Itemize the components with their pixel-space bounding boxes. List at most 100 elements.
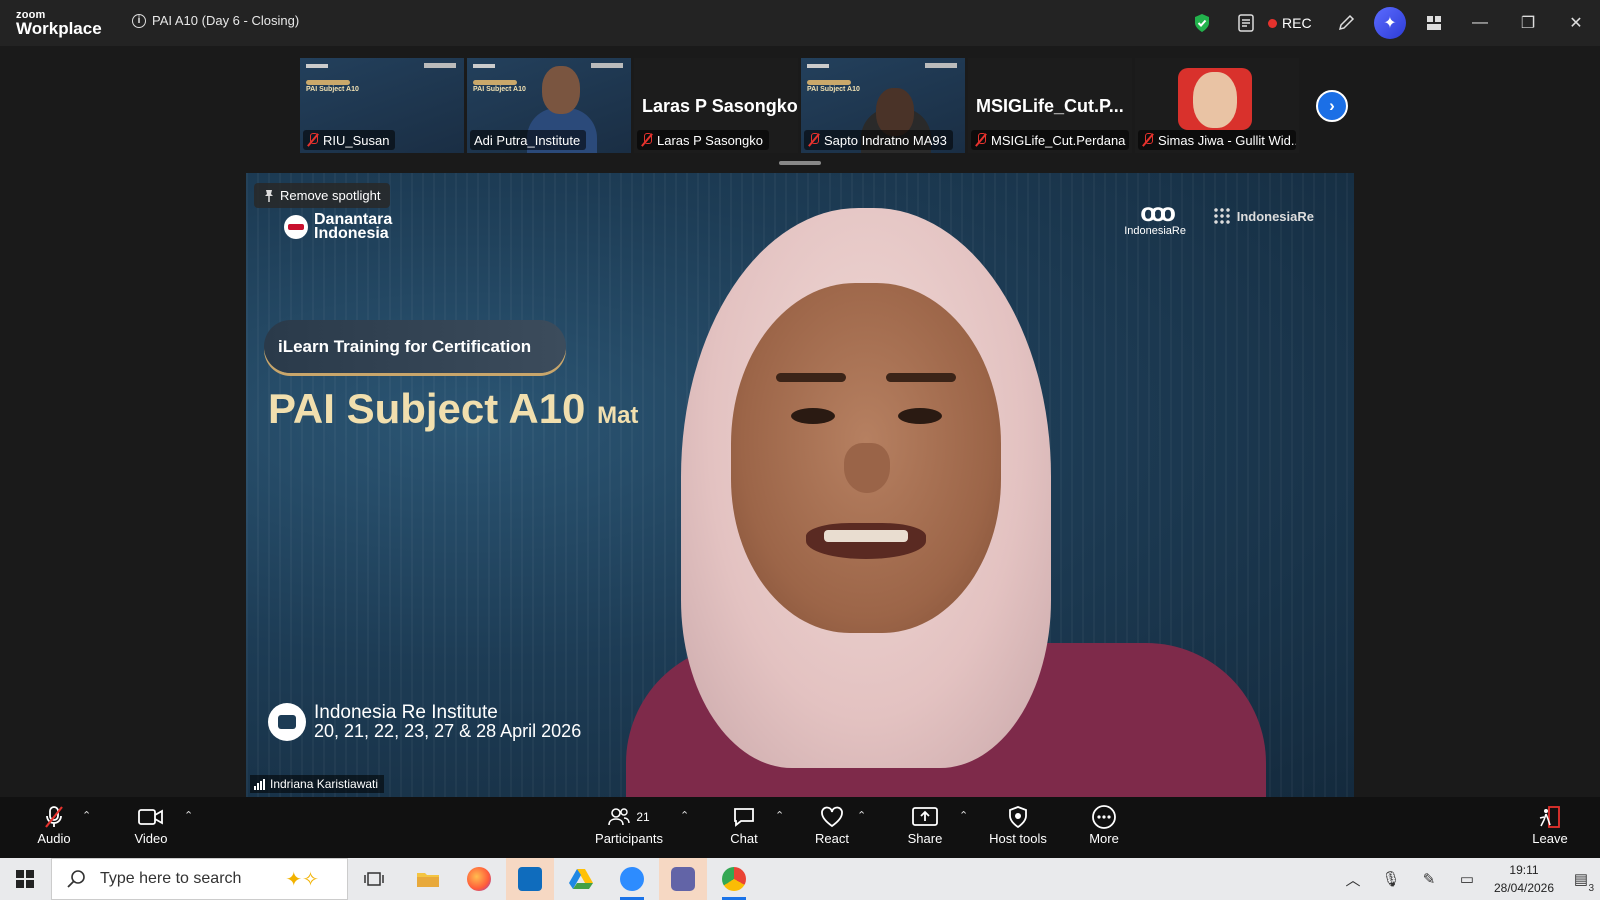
danantara-text: Danantara Indonesia [314, 212, 392, 242]
security-shield-icon[interactable] [1180, 0, 1224, 46]
mini-slide-pill [473, 80, 517, 85]
subject-text: PAI Subject A10 [268, 385, 586, 432]
google-drive-icon[interactable] [557, 858, 605, 900]
host-tools-button[interactable]: Host tools [978, 803, 1058, 846]
more-dots-icon [1064, 803, 1144, 831]
participant-name-tag: RIU_Susan [303, 130, 396, 150]
clock-time: 19:11 [1509, 863, 1539, 877]
taskbar-search[interactable]: Type here to search ✦✧ [51, 858, 348, 900]
notifications-icon[interactable]: ▤ 3 [1562, 870, 1600, 894]
more-label: More [1089, 831, 1119, 846]
gallery-resize-handle[interactable] [779, 161, 821, 165]
participant-video-head [876, 88, 914, 136]
participant-name-tag: Laras P Sasongko [637, 130, 769, 150]
chat-button[interactable]: Chat [704, 803, 784, 846]
speaker-nose [844, 443, 890, 493]
mini-slide-pill [306, 80, 350, 85]
video-camera-icon [268, 703, 306, 741]
notification-count: 3 [1588, 883, 1594, 894]
avatar-face [1193, 72, 1237, 128]
sparkle-icon: ✦ [1374, 7, 1406, 39]
close-button[interactable]: ✕ [1552, 0, 1600, 46]
dot-grid-icon [1212, 207, 1231, 225]
participant-name: MSIGLife_Cut.Perdana [991, 132, 1126, 148]
logo-line2: Workplace [16, 19, 102, 38]
chrome-icon[interactable] [710, 858, 758, 900]
participant-tile[interactable]: PAI Subject A10 Sapto Indratno MA93 [801, 58, 965, 153]
chat-label: Chat [730, 831, 758, 846]
teams-icon[interactable] [659, 858, 707, 900]
windows-start-icon[interactable] [16, 870, 34, 888]
zoom-taskbar-icon[interactable] [608, 858, 656, 900]
subject-title: PAI Subject A10 Mat [268, 385, 638, 433]
outlook-icon[interactable] [506, 858, 554, 900]
mini-slide-logo-right [925, 63, 957, 68]
participants-icon: 21 [589, 803, 669, 831]
participants-count: 21 [636, 810, 650, 824]
system-tray: ︿ 🎙 ✎ ▭ 19:11 28/04/2026 ▤ 3 [1334, 858, 1600, 900]
participant-tile[interactable]: Simas Jiwa - Gullit Wid... [1135, 58, 1299, 153]
video-button[interactable]: Video [111, 803, 191, 846]
mini-slide-title: PAI Subject A10 [306, 86, 359, 93]
leave-button[interactable]: Leave [1510, 803, 1590, 846]
rec-dot-icon [1268, 18, 1277, 28]
video-options-caret[interactable]: ⌃ [184, 809, 193, 822]
participants-options-caret[interactable]: ⌃ [680, 809, 689, 822]
zoom-logo: zoom Workplace [16, 10, 102, 38]
participant-name: Simas Jiwa - Gullit Wid... [1158, 132, 1296, 148]
danantara-line2: Indonesia [314, 225, 389, 242]
share-button[interactable]: Share [885, 803, 965, 846]
show-hidden-icons-chevron-icon[interactable]: ︿ [1334, 869, 1372, 890]
leave-label: Leave [1532, 831, 1568, 846]
participant-display-name: Laras P Sasongko [642, 96, 798, 116]
mini-slide-logo [473, 64, 495, 68]
notes-icon[interactable] [1224, 0, 1268, 46]
file-explorer-icon[interactable] [404, 858, 452, 900]
display-icon[interactable]: ▭ [1448, 870, 1486, 888]
remove-spotlight-button[interactable]: Remove spotlight [254, 183, 391, 208]
shield-icon [978, 803, 1058, 831]
danantara-mark-icon [284, 215, 308, 239]
firefox-icon[interactable] [455, 858, 503, 900]
signal-bars-icon [254, 778, 265, 790]
react-options-caret[interactable]: ⌃ [857, 809, 866, 822]
audio-label: Audio [37, 831, 71, 846]
audio-options-caret[interactable]: ⌃ [82, 809, 91, 822]
participant-tile[interactable]: MSIGLife_Cut.P... MSIGLife_Cut.Perdana [968, 58, 1132, 153]
participants-button[interactable]: 21 Participants [589, 803, 669, 846]
minimize-button[interactable]: — [1456, 0, 1504, 46]
meeting-info[interactable]: i PAI A10 (Day 6 - Closing) [132, 13, 299, 28]
iri-logo-label: IndonesiaRe [1236, 208, 1314, 224]
annotate-pencil-icon[interactable] [1324, 0, 1368, 46]
more-button[interactable]: More [1064, 803, 1144, 846]
speaker-name-tag: Indriana Karistiawati [250, 775, 385, 793]
remove-spotlight-label: Remove spotlight [280, 188, 381, 203]
speaker-left-eye [791, 408, 835, 424]
participant-tile[interactable]: Laras P Sasongko Laras P Sasongko [634, 58, 798, 153]
restore-button[interactable]: ❐ [1504, 0, 1552, 46]
recording-indicator[interactable]: REC [1268, 15, 1324, 31]
participants-label: Participants [595, 831, 663, 846]
mini-slide-pill [807, 80, 851, 85]
microphone-in-use-icon[interactable]: 🎙 [1372, 870, 1410, 888]
share-options-caret[interactable]: ⌃ [959, 809, 968, 822]
indonesia-re-logo: ooo IndonesiaRe [1124, 199, 1186, 237]
participant-name: Adi Putra_Institute [474, 132, 581, 148]
info-icon[interactable]: i [132, 13, 146, 28]
footer-dates: 20, 21, 22, 23, 27 & 28 April 2026 [314, 721, 582, 741]
task-view-icon[interactable] [350, 858, 398, 900]
participant-tile[interactable]: PAI Subject A10 Adi Putra_Institute [467, 58, 631, 153]
ai-companion-button[interactable]: ✦ [1368, 0, 1412, 46]
participant-video-head [542, 66, 580, 114]
mic-muted-icon [975, 133, 987, 147]
clock[interactable]: 19:11 28/04/2026 [1486, 861, 1562, 897]
apps-icon[interactable] [1412, 0, 1456, 46]
participant-name: RIU_Susan [323, 132, 390, 148]
chat-options-caret[interactable]: ⌃ [775, 809, 784, 822]
footer-org: Indonesia Re Institute [314, 702, 498, 723]
gallery-next-button[interactable]: › [1316, 90, 1348, 122]
meeting-toolbar: Audio ⌃ Video ⌃ 21 Participants ⌃ Chat ⌃… [0, 797, 1600, 858]
participant-tile[interactable]: PAI Subject A10 RIU_Susan [300, 58, 464, 153]
ir-rings-icon: ooo [1140, 197, 1176, 227]
pen-icon[interactable]: ✎ [1410, 870, 1448, 888]
